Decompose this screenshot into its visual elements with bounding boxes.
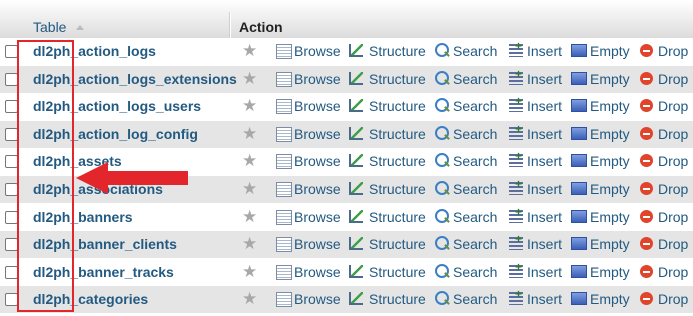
arrow-shaft xyxy=(100,171,188,185)
annotation-arrow xyxy=(76,162,188,194)
arrow-head xyxy=(76,162,108,194)
